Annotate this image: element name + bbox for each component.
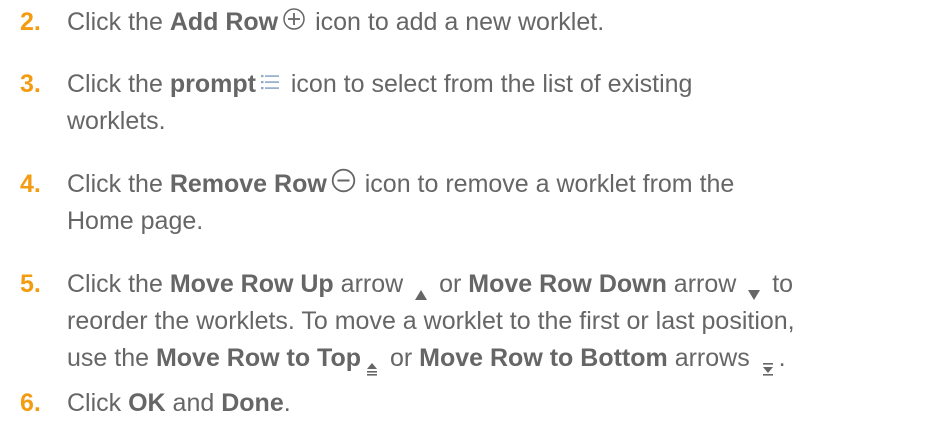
add-circle-icon (282, 5, 306, 31)
arrow-down-icon (747, 276, 761, 301)
step-text-suffix: icon to remove a worklet from the (357, 170, 735, 198)
step-text-suffix: icon to add a new worklet. (308, 8, 605, 36)
arrow-up-icon (414, 276, 428, 301)
step-text-prefix: Click the (67, 270, 170, 298)
step-text-prefix: Click (67, 389, 129, 417)
step-number: 3. (20, 70, 41, 98)
step-text-line2: worklets. (67, 107, 166, 135)
step-text-prefix: Click the (67, 8, 170, 36)
remove-circle-icon (331, 167, 356, 193)
step-text-prefix: Click the (67, 70, 170, 98)
step-number: 6. (20, 389, 41, 417)
prompt-label: prompt (169, 70, 256, 98)
step-text-line2: Home page. (67, 207, 204, 235)
list-icon (260, 66, 280, 90)
move-row-up-label: Move Row Up (169, 270, 334, 298)
step-text-fragment: arrow (666, 270, 744, 298)
step-text-fragment: . (283, 389, 291, 417)
step-text-fragment: use the (67, 344, 156, 372)
step-text-fragment: arrow (333, 270, 411, 298)
move-to-bottom-icon (761, 350, 775, 376)
step-text-fragment: and (165, 389, 222, 417)
step-number: 2. (20, 8, 41, 36)
step-text-suffix: icon to select from the list of existing (283, 70, 693, 98)
done-label: Done (221, 389, 284, 417)
step-text: Click the Add Row icon to add a new work… (67, 4, 937, 41)
step-text: Click the Remove Row icon to remove a wo… (67, 166, 937, 240)
add-row-label: Add Row (169, 8, 279, 36)
move-row-to-top-label: Move Row to Top (155, 344, 362, 372)
step-text-fragment: or (383, 344, 420, 372)
ok-label: OK (128, 389, 166, 417)
step-text: Click OK and Done. (67, 385, 937, 422)
step-text-fragment: . (778, 344, 786, 372)
step-text-line2: reorder the worklets. To move a worklet … (67, 307, 795, 335)
step-number: 5. (20, 270, 41, 298)
step-text-fragment: to (765, 270, 794, 298)
move-to-top-icon (365, 350, 379, 376)
step-number: 4. (20, 170, 41, 198)
step-text-fragment: arrows (667, 344, 757, 372)
move-row-to-bottom-label: Move Row to Bottom (419, 344, 668, 372)
remove-row-label: Remove Row (169, 170, 327, 198)
step-text-fragment: or (432, 270, 469, 298)
move-row-down-label: Move Row Down (468, 270, 667, 298)
step-text-prefix: Click the (67, 170, 170, 198)
step-text: Click the Move Row Up arrow or Move Row … (67, 266, 937, 377)
instruction-steps: 2. Click the Add Row icon to add a new w… (0, 0, 945, 433)
step-text: Click the prompt icon to select from the… (67, 66, 937, 140)
